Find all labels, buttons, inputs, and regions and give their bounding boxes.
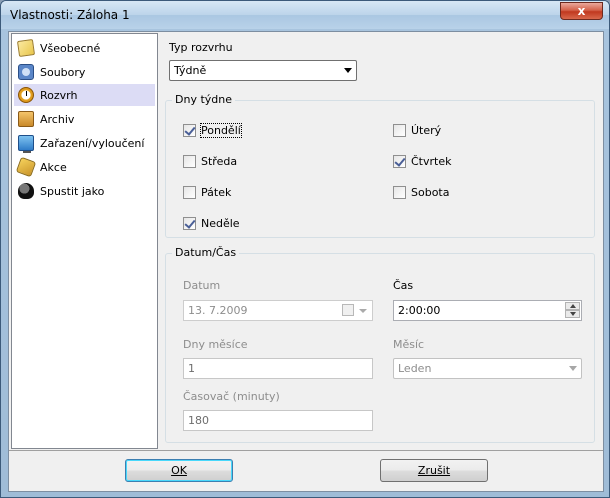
properties-dialog: Vlastnosti: Záloha 1 x Všeobecné Soubory…	[0, 0, 610, 498]
time-label: Čas	[393, 279, 414, 292]
days-of-month-input[interactable]: 1	[183, 358, 373, 379]
monday-checkbox[interactable]	[183, 124, 196, 137]
tuesday-checkbox[interactable]	[393, 124, 406, 137]
friday-label: Pátek	[201, 186, 232, 199]
nav-item-label: Soubory	[40, 65, 86, 79]
nav-item-label: Zařazení/vyloučení	[40, 136, 145, 150]
calendar-icon	[342, 304, 354, 316]
schedule-type-select[interactable]: Týdně	[169, 60, 357, 81]
user-icon	[18, 183, 34, 199]
time-input[interactable]: 2:00:00	[393, 300, 582, 321]
time-value: 2:00:00	[398, 304, 441, 317]
nav-item-vseobecne[interactable]: Všeobecné	[14, 37, 155, 59]
cancel-button[interactable]: Zrušit	[380, 459, 488, 482]
days-group-title: Dny týdne	[172, 93, 235, 106]
nav-item-archiv[interactable]: Archiv	[14, 108, 155, 130]
ok-button[interactable]: OK	[125, 459, 233, 482]
spin-down-icon[interactable]	[565, 310, 580, 318]
month-value: Leden	[398, 362, 432, 375]
schedule-panel: Typ rozvrhu Týdně Dny týdne Pondělí Úter…	[161, 33, 601, 449]
tuesday-label: Úterý	[411, 124, 442, 137]
saturday-checkbox[interactable]	[393, 186, 406, 199]
files-icon	[18, 64, 34, 80]
datetime-group: Datum/Čas Datum 13. 7.2009 Čas 2:00:00 D…	[165, 246, 595, 443]
spin-up-icon[interactable]	[565, 302, 580, 310]
friday-checkbox[interactable]	[183, 186, 196, 199]
sunday-checkbox[interactable]	[183, 217, 196, 230]
thursday-checkbox[interactable]	[393, 155, 406, 168]
month-label: Měsíc	[393, 338, 425, 351]
document-icon	[16, 38, 36, 58]
timer-label: Časovač (minuty)	[183, 390, 280, 403]
days-of-month-label: Dny měsíce	[183, 338, 248, 351]
title-bar[interactable]: Vlastnosti: Záloha 1 x	[1, 1, 609, 29]
window-title: Vlastnosti: Záloha 1	[10, 8, 130, 22]
nav-item-label: Archiv	[40, 112, 75, 126]
sunday-label: Neděle	[201, 217, 240, 230]
chevron-down-icon	[359, 309, 367, 313]
thursday-label: Čtvrtek	[411, 155, 452, 168]
chevron-down-icon	[569, 366, 577, 371]
saturday-label: Sobota	[411, 186, 450, 199]
wednesday-label: Středa	[201, 155, 238, 168]
nav-item-akce[interactable]: Akce	[14, 156, 155, 178]
nav-item-rozvrh[interactable]: Rozvrh	[14, 84, 155, 106]
datetime-group-title: Datum/Čas	[172, 246, 240, 259]
lightning-icon	[15, 156, 37, 178]
date-label: Datum	[183, 279, 221, 292]
nav-item-label: Všeobecné	[40, 41, 101, 55]
ok-button-label: OK	[171, 464, 187, 477]
nav-item-soubory[interactable]: Soubory	[14, 61, 155, 83]
nav-item-zarazeni[interactable]: Zařazení/vyloučení	[14, 132, 155, 154]
nav-item-label: Akce	[40, 160, 67, 174]
date-value: 13. 7.2009	[188, 304, 248, 317]
nav-item-spustit-jako[interactable]: Spustit jako	[14, 180, 155, 202]
days-of-month-value: 1	[188, 362, 195, 375]
dialog-client: Všeobecné Soubory Rozvrh Archiv Zařazení…	[8, 31, 604, 492]
close-icon: x	[577, 4, 586, 18]
monday-label: Pondělí	[200, 123, 242, 138]
schedule-type-label: Typ rozvrhu	[169, 41, 233, 54]
wednesday-checkbox[interactable]	[183, 155, 196, 168]
clock-icon	[18, 87, 34, 103]
archive-icon	[18, 111, 34, 127]
schedule-type-value: Týdně	[174, 64, 207, 77]
days-group: Dny týdne Pondělí Úterý Středa Čtvrtek P…	[165, 93, 595, 238]
footer-divider	[9, 450, 603, 451]
category-list: Všeobecné Soubory Rozvrh Archiv Zařazení…	[11, 33, 158, 449]
month-select[interactable]: Leden	[393, 358, 582, 379]
date-picker[interactable]: 13. 7.2009	[183, 300, 373, 321]
nav-item-label: Rozvrh	[40, 88, 78, 102]
timer-input[interactable]: 180	[183, 410, 373, 431]
monitor-icon	[18, 135, 34, 153]
nav-item-label: Spustit jako	[40, 184, 105, 198]
close-button[interactable]: x	[560, 2, 603, 20]
time-spinner[interactable]	[565, 302, 580, 319]
cancel-button-label: Zrušit	[417, 464, 451, 477]
timer-value: 180	[188, 414, 209, 427]
chevron-down-icon	[344, 68, 352, 73]
